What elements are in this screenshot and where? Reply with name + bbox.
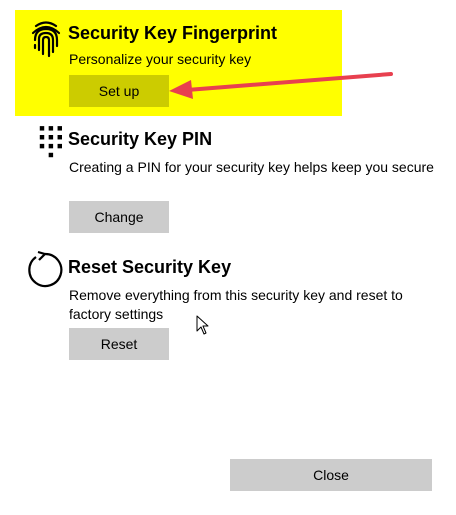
change-button[interactable]: Change	[69, 201, 169, 233]
setup-button[interactable]: Set up	[69, 75, 169, 107]
reset-icon	[28, 250, 63, 288]
fingerprint-icon	[31, 21, 61, 58]
fingerprint-title: Security Key Fingerprint	[68, 23, 278, 43]
reset-title: Reset Security Key	[68, 257, 232, 277]
pin-title: Security Key PIN	[68, 129, 213, 149]
arrow-annotation	[169, 72, 393, 99]
close-button[interactable]: Close	[230, 459, 432, 491]
keypad-icon	[39, 126, 62, 158]
reset-button[interactable]: Reset	[69, 328, 169, 360]
pin-description: Creating a PIN for your security key hel…	[69, 159, 434, 175]
mouse-cursor-icon	[196, 315, 209, 335]
reset-description: Remove everything from this security key…	[69, 287, 403, 322]
